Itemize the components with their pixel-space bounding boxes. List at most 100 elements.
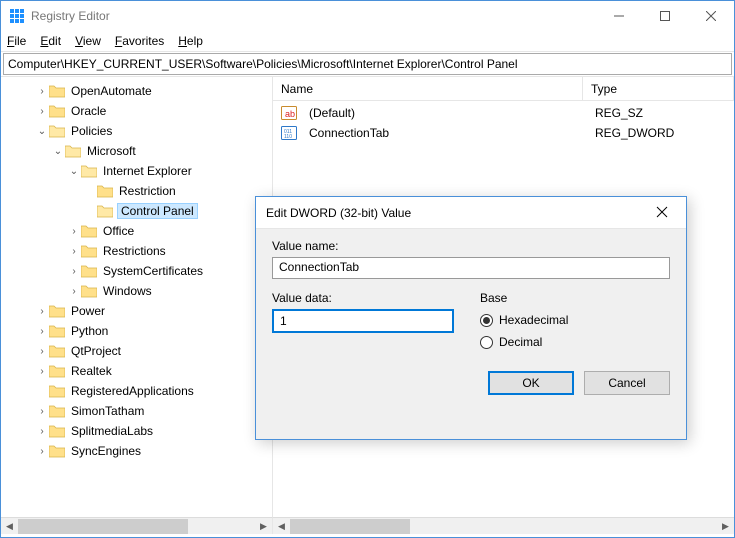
- cell-type: REG_DWORD: [587, 126, 682, 140]
- tree-item-label: Python: [69, 324, 110, 338]
- chevron-down-icon[interactable]: ⌄: [35, 126, 49, 137]
- tree-item-label: SplitmediaLabs: [69, 424, 155, 438]
- chevron-right-icon[interactable]: ›: [35, 406, 49, 417]
- tree-item-label: Policies: [69, 124, 114, 138]
- tree-item-label: Control Panel: [117, 203, 198, 219]
- cell-type: REG_SZ: [587, 106, 651, 120]
- tree-item[interactable]: › Python: [3, 321, 272, 341]
- chevron-right-icon[interactable]: ›: [35, 346, 49, 357]
- chevron-right-icon[interactable]: ›: [67, 246, 81, 257]
- tree-item[interactable]: ⌄ Policies: [3, 121, 272, 141]
- chevron-right-icon[interactable]: ›: [35, 306, 49, 317]
- tree-item[interactable]: ›Office: [3, 221, 272, 241]
- list-hscroll[interactable]: ◀ ▶: [273, 517, 734, 534]
- tree-hscroll[interactable]: ◀ ▶: [1, 517, 273, 534]
- scroll-right-icon[interactable]: ▶: [255, 518, 272, 535]
- tree-item[interactable]: ›QtProject: [3, 341, 272, 361]
- tree-item-label: SimonTatham: [69, 404, 146, 418]
- menu-edit[interactable]: Edit: [40, 34, 61, 48]
- chevron-right-icon[interactable]: ›: [35, 106, 49, 117]
- chevron-down-icon[interactable]: ⌄: [51, 146, 65, 157]
- chevron-right-icon[interactable]: ›: [35, 366, 49, 377]
- col-name[interactable]: Name: [273, 77, 583, 100]
- tree-item[interactable]: Control Panel: [3, 201, 272, 221]
- close-button[interactable]: [688, 1, 734, 31]
- folder-icon: [81, 244, 97, 258]
- address-bar[interactable]: Computer\HKEY_CURRENT_USER\Software\Poli…: [3, 53, 732, 75]
- scroll-right-icon[interactable]: ▶: [717, 518, 734, 535]
- folder-icon: [49, 324, 65, 338]
- value-data-label: Value data:: [272, 291, 454, 305]
- chevron-right-icon[interactable]: ›: [67, 226, 81, 237]
- minimize-button[interactable]: [596, 1, 642, 31]
- menu-file[interactable]: File: [7, 34, 26, 48]
- tree-item[interactable]: ›OpenAutomate: [3, 81, 272, 101]
- scroll-left-icon[interactable]: ◀: [1, 518, 18, 535]
- chevron-right-icon[interactable]: ›: [35, 86, 49, 97]
- tree-item[interactable]: ›Windows: [3, 281, 272, 301]
- menu-view[interactable]: View: [75, 34, 101, 48]
- col-type[interactable]: Type: [583, 77, 734, 100]
- ok-button[interactable]: OK: [488, 371, 574, 395]
- value-name-field[interactable]: ConnectionTab: [272, 257, 670, 279]
- menu-favorites[interactable]: Favorites: [115, 34, 164, 48]
- tree-item-label: Restriction: [117, 184, 178, 198]
- cell-name: (Default): [301, 106, 587, 120]
- scroll-left-icon[interactable]: ◀: [273, 518, 290, 535]
- tree-item-label: Power: [69, 304, 107, 318]
- folder-icon: [49, 104, 65, 118]
- chevron-right-icon[interactable]: ›: [35, 446, 49, 457]
- folder-icon: [49, 84, 65, 98]
- folder-icon: [97, 184, 113, 198]
- tree-item-label: Microsoft: [85, 144, 138, 158]
- tree-item[interactable]: ⌄ Microsoft: [3, 141, 272, 161]
- scroll-thumb[interactable]: [18, 519, 188, 534]
- maximize-button[interactable]: [642, 1, 688, 31]
- chevron-right-icon[interactable]: ›: [35, 326, 49, 337]
- chevron-right-icon[interactable]: ›: [67, 266, 81, 277]
- tree-item[interactable]: › SimonTatham: [3, 401, 272, 421]
- string-value-icon: ab: [281, 105, 297, 121]
- window-title: Registry Editor: [31, 9, 596, 23]
- menu-help[interactable]: Help: [178, 34, 203, 48]
- tree-item-label: SystemCertificates: [101, 264, 205, 278]
- folder-icon: [49, 444, 65, 458]
- tree-item[interactable]: › Power: [3, 301, 272, 321]
- radio-hex-label: Hexadecimal: [499, 313, 568, 327]
- list-header: Name Type: [273, 77, 734, 101]
- folder-icon: [49, 404, 65, 418]
- value-name-label: Value name:: [272, 239, 670, 253]
- close-icon: [656, 206, 668, 218]
- tree-item-label: Internet Explorer: [101, 164, 194, 178]
- folder-icon: [49, 424, 65, 438]
- list-row[interactable]: 011110ConnectionTabREG_DWORD: [273, 123, 734, 143]
- bottom-scrollbars: ◀ ▶ ◀ ▶: [1, 517, 734, 534]
- tree-pane: ›OpenAutomate›Oracle⌄Policies⌄Microsoft⌄…: [1, 77, 273, 517]
- list-row[interactable]: ab (Default)REG_SZ: [273, 103, 734, 123]
- radio-hexadecimal[interactable]: Hexadecimal: [480, 309, 568, 331]
- chevron-down-icon[interactable]: ⌄: [67, 166, 81, 177]
- cancel-button[interactable]: Cancel: [584, 371, 670, 395]
- chevron-right-icon[interactable]: ›: [35, 426, 49, 437]
- tree-item[interactable]: ›Oracle: [3, 101, 272, 121]
- dialog-body: Value name: ConnectionTab Value data: Ba…: [256, 229, 686, 439]
- tree-item[interactable]: › SystemCertificates: [3, 261, 272, 281]
- tree-item[interactable]: › Realtek: [3, 361, 272, 381]
- radio-decimal[interactable]: Decimal: [480, 331, 568, 353]
- tree-item[interactable]: Restriction: [3, 181, 272, 201]
- value-data-input[interactable]: [272, 309, 454, 333]
- tree-item[interactable]: › SplitmediaLabs: [3, 421, 272, 441]
- tree-item[interactable]: ⌄ Internet Explorer: [3, 161, 272, 181]
- dialog-close-button[interactable]: [648, 205, 676, 221]
- radio-icon: [480, 314, 493, 327]
- tree-item[interactable]: ›SyncEngines: [3, 441, 272, 461]
- tree-item[interactable]: ›Restrictions: [3, 241, 272, 261]
- tree-item[interactable]: RegisteredApplications: [3, 381, 272, 401]
- dialog-title: Edit DWORD (32-bit) Value: [266, 206, 648, 220]
- chevron-right-icon[interactable]: ›: [67, 286, 81, 297]
- scroll-thumb[interactable]: [290, 519, 410, 534]
- list-body[interactable]: ab (Default)REG_SZ 011110ConnectionTabREG_…: [273, 101, 734, 145]
- tree-list[interactable]: ›OpenAutomate›Oracle⌄Policies⌄Microsoft⌄…: [1, 77, 272, 517]
- window-controls: [596, 1, 734, 31]
- tree-item-label: Realtek: [69, 364, 114, 378]
